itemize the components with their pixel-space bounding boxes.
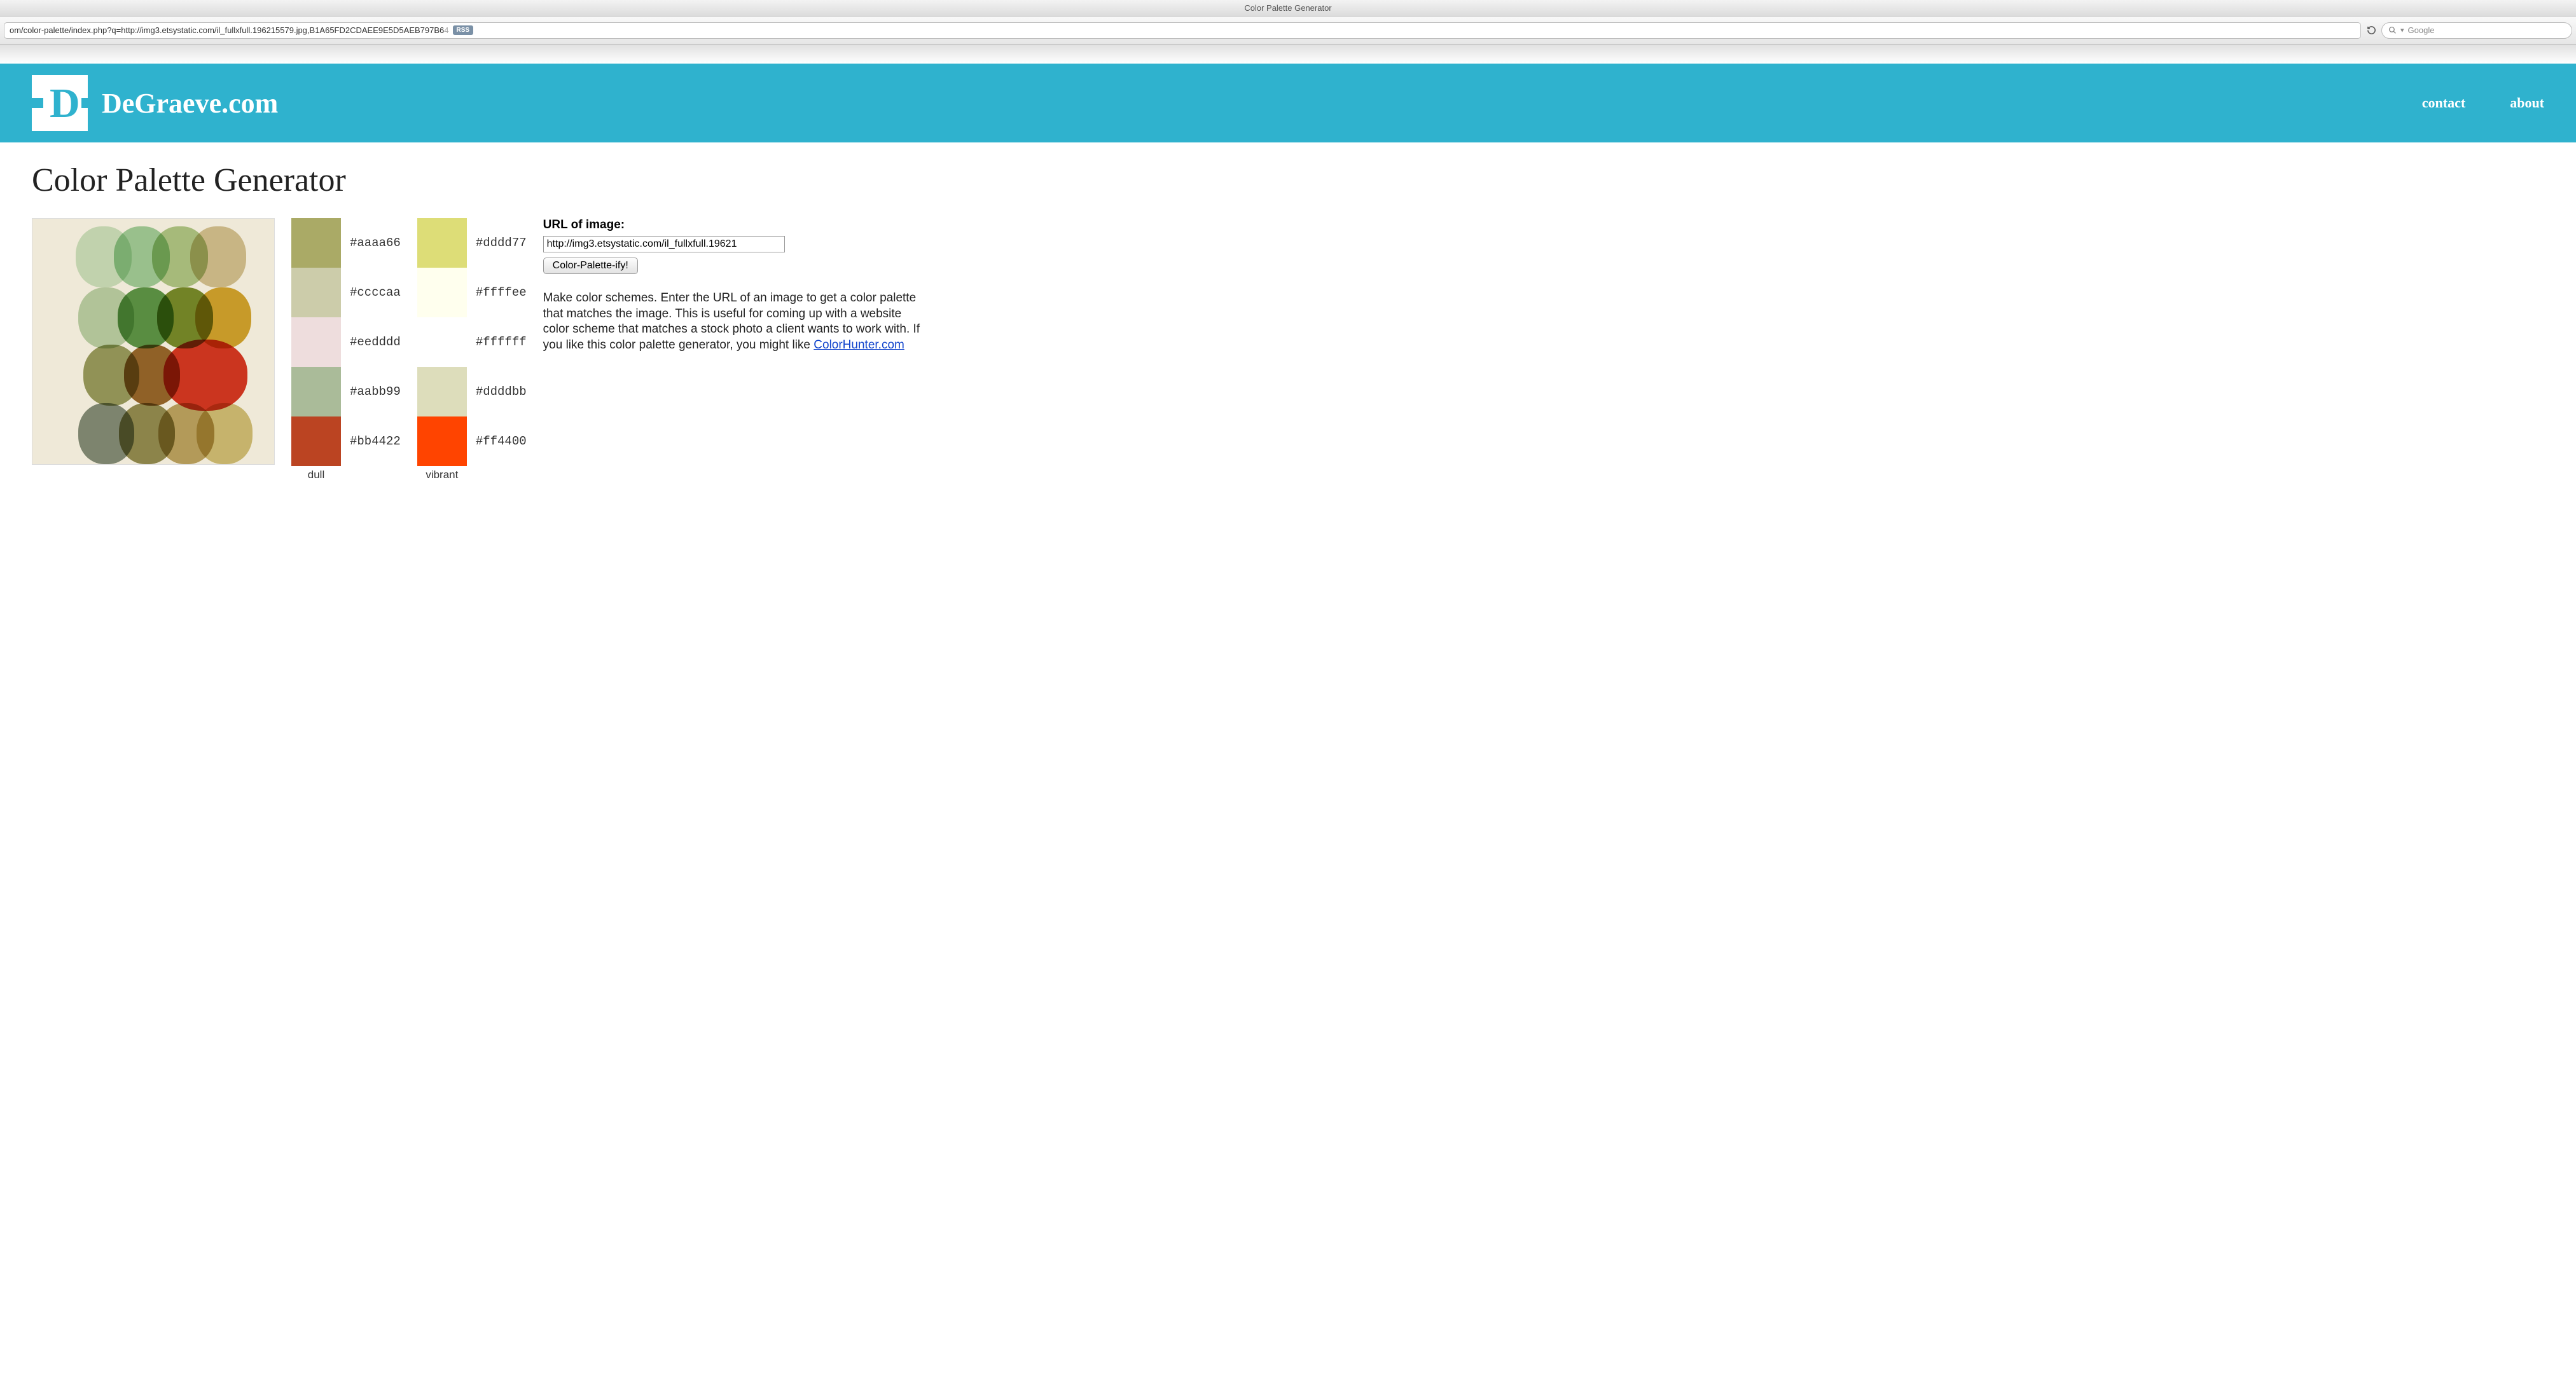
hex-value: #dddd77: [467, 236, 527, 250]
colorhunter-link[interactable]: ColorHunter.com: [814, 338, 904, 352]
generate-button[interactable]: Color-Palette-ify!: [543, 258, 638, 274]
hex-value: #eedddd: [341, 335, 401, 349]
url-text: om/color-palette/index.php?q=http://img3…: [10, 25, 444, 35]
swatch-row: #ff4400: [417, 416, 527, 466]
window-title: Color Palette Generator: [0, 0, 2576, 17]
swatch-row: #ffffff: [417, 317, 527, 367]
swatch-row: #ffffee: [417, 268, 527, 317]
address-bar[interactable]: om/color-palette/index.php?q=http://img3…: [4, 22, 2361, 39]
hex-value: #aabb99: [341, 385, 401, 399]
page-title: Color Palette Generator: [32, 162, 929, 199]
color-swatch[interactable]: [291, 367, 341, 416]
browser-toolbar: om/color-palette/index.php?q=http://img3…: [0, 17, 2576, 45]
search-dropdown-icon: ▾: [2400, 26, 2404, 34]
color-swatch[interactable]: [291, 218, 341, 268]
color-swatch[interactable]: [417, 317, 467, 367]
rss-badge[interactable]: RSS: [453, 25, 474, 35]
color-swatch[interactable]: [291, 416, 341, 466]
swatch-row: #ddddbb: [417, 367, 527, 416]
site-header: D DeGraeve.com contact about: [0, 64, 2576, 142]
color-swatch[interactable]: [291, 317, 341, 367]
source-image-preview: [32, 218, 275, 465]
palette-label-vibrant: vibrant: [417, 466, 467, 481]
nav-contact[interactable]: contact: [2422, 95, 2465, 111]
site-nav: contact about: [2422, 95, 2544, 111]
swatch-row: #dddd77: [417, 218, 527, 268]
color-swatch[interactable]: [291, 268, 341, 317]
color-swatch[interactable]: [417, 367, 467, 416]
swatch-row: #aabb99: [291, 367, 401, 416]
nav-about[interactable]: about: [2510, 95, 2544, 111]
svg-text:D: D: [50, 80, 80, 127]
swatch-row: #bb4422: [291, 416, 401, 466]
toolbar-shadow: [0, 45, 2576, 64]
vibrant-palette: #dddd77 #ffffee #ffffff #ddddbb #ff4400 …: [417, 218, 527, 481]
swatch-row: #eedddd: [291, 317, 401, 367]
color-swatch[interactable]: [417, 268, 467, 317]
browser-search[interactable]: ▾ Google: [2381, 22, 2572, 39]
description: Make color schemes. Enter the URL of an …: [543, 291, 929, 354]
palette-label-dull: dull: [291, 466, 341, 481]
color-swatch[interactable]: [417, 218, 467, 268]
hex-value: #ffffff: [467, 335, 527, 349]
search-icon: [2388, 26, 2397, 34]
hex-value: #ff4400: [467, 434, 527, 448]
color-swatch[interactable]: [417, 416, 467, 466]
url-input[interactable]: [543, 236, 785, 252]
hex-value: #ffffee: [467, 286, 527, 299]
swatch-row: #aaaa66: [291, 218, 401, 268]
site-name[interactable]: DeGraeve.com: [102, 87, 278, 120]
url-dim: 4: [444, 25, 448, 35]
hex-value: #bb4422: [341, 434, 401, 448]
search-placeholder: Google: [2408, 25, 2435, 35]
reload-icon[interactable]: [2366, 25, 2376, 36]
hex-value: #ccccaa: [341, 286, 401, 299]
hex-value: #aaaa66: [341, 236, 401, 250]
url-input-label: URL of image:: [543, 218, 929, 232]
hex-value: #ddddbb: [467, 385, 527, 399]
sidebar: URL of image: Color-Palette-ify! Make co…: [543, 218, 929, 354]
dull-palette: #aaaa66 #ccccaa #eedddd #aabb99 #bb4422 …: [291, 218, 401, 481]
site-logo[interactable]: D: [32, 75, 88, 131]
swatch-row: #ccccaa: [291, 268, 401, 317]
